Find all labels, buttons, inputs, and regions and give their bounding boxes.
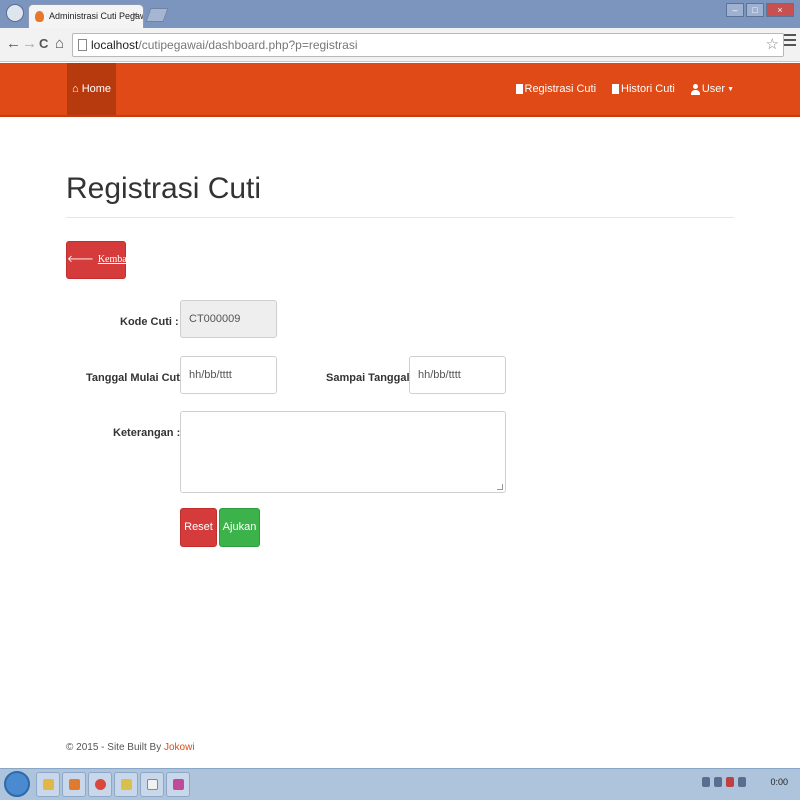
taskbar-xampp-button[interactable] xyxy=(62,772,86,797)
tray-alert-icon[interactable] xyxy=(726,777,735,787)
nav-link-label: User xyxy=(701,83,726,95)
taskbar-notepad-button[interactable] xyxy=(140,772,164,797)
tab-close-icon[interactable]: × xyxy=(132,5,138,27)
keterangan-label: Keterangan : xyxy=(113,427,181,439)
caret-down-icon: ▼ xyxy=(727,85,734,93)
forward-arrow-icon[interactable]: → xyxy=(22,36,37,52)
window-minimize-button[interactable]: – xyxy=(726,3,744,17)
url-path: /cutipegawai/dashboard.php?p=registrasi xyxy=(138,38,358,52)
tray-network-icon[interactable] xyxy=(702,777,711,787)
nav-home-label: Home xyxy=(81,83,112,95)
url-host: localhost xyxy=(91,38,139,52)
back-arrow-icon[interactable]: ← xyxy=(6,36,21,52)
back-button[interactable]: 🡐 Kembali xyxy=(66,241,132,279)
nav-link-label: Histori Cuti xyxy=(621,83,675,95)
kode-cuti-field: CT000009 xyxy=(180,300,277,338)
tab-title: Administrasi Cuti Pegawai xyxy=(49,11,144,21)
new-tab-button[interactable] xyxy=(145,8,169,22)
kode-cuti-label: Kode Cuti : xyxy=(120,316,179,328)
sampai-tanggal-input[interactable]: hh/bb/tttt xyxy=(409,356,506,394)
window-maximize-button[interactable]: □ xyxy=(746,3,764,17)
app-navbar: ⌂ Home Registrasi Cuti Histori Cuti User… xyxy=(0,63,800,117)
page-icon xyxy=(78,39,87,51)
tray-volume-icon[interactable] xyxy=(738,777,747,787)
browser-tab[interactable]: Administrasi Cuti Pegawai × xyxy=(28,4,144,28)
keterangan-textarea[interactable] xyxy=(180,411,506,493)
taskbar-editor-button[interactable] xyxy=(166,772,190,797)
resize-handle[interactable] xyxy=(497,484,503,490)
nav-right-menu: Registrasi Cuti Histori Cuti User ▼ xyxy=(515,63,734,115)
address-bar[interactable]: localhost/cutipegawai/dashboard.php?p=re… xyxy=(72,33,784,57)
taskbar-chrome-button[interactable] xyxy=(88,772,112,797)
taskbar-clock[interactable]: 0:00 xyxy=(770,777,788,787)
user-icon xyxy=(690,83,700,95)
title-divider xyxy=(66,217,734,218)
tanggal-mulai-input[interactable]: hh/bb/tttt xyxy=(180,356,277,394)
tanggal-mulai-label: Tanggal Mulai Cuti : xyxy=(86,372,190,384)
arrow-left-icon: 🡐 xyxy=(67,254,94,265)
nav-registrasi-cuti[interactable]: Registrasi Cuti xyxy=(515,83,597,95)
home-icon[interactable]: ⌂ xyxy=(55,36,64,52)
reload-icon[interactable]: C xyxy=(39,36,48,52)
home-icon: ⌂ xyxy=(71,83,79,95)
footer-author-link[interactable]: Jokowi xyxy=(164,742,195,753)
nav-home[interactable]: ⌂ Home xyxy=(67,63,116,115)
os-taskbar: 0:00 xyxy=(0,768,800,800)
browser-toolbar: ← → C ⌂ localhost/cutipegawai/dashboard.… xyxy=(0,28,800,62)
nav-histori-cuti[interactable]: Histori Cuti xyxy=(612,83,675,95)
reset-button[interactable]: Reset xyxy=(180,508,217,547)
page-footer: © 2015 - Site Built By Jokowi xyxy=(66,742,195,753)
bookmark-star-icon[interactable]: ☆ xyxy=(766,34,779,56)
submit-button[interactable]: Ajukan xyxy=(219,508,260,547)
document-icon xyxy=(612,84,620,94)
taskbar-app-button[interactable] xyxy=(114,772,138,797)
start-button[interactable] xyxy=(4,771,30,797)
document-icon xyxy=(515,84,523,94)
nav-link-label: Registrasi Cuti xyxy=(524,83,597,95)
browser-menu-icon[interactable] xyxy=(784,34,796,48)
favicon-icon xyxy=(35,11,44,22)
nav-user-dropdown[interactable]: User ▼ xyxy=(690,83,734,95)
browser-profile-icon[interactable] xyxy=(6,4,24,22)
tray-flag-icon[interactable] xyxy=(714,777,723,787)
window-controls: – □ × xyxy=(726,3,794,17)
sampai-tanggal-label: Sampai Tanggal : xyxy=(326,372,417,384)
window-close-button[interactable]: × xyxy=(766,3,794,17)
browser-tabstrip: Administrasi Cuti Pegawai × – □ × xyxy=(0,0,800,28)
system-tray: 0:00 xyxy=(702,777,788,787)
footer-text: © 2015 - Site Built By xyxy=(66,742,162,753)
taskbar-explorer-button[interactable] xyxy=(36,772,60,797)
back-button-label: Kembali xyxy=(97,254,133,265)
page-title: Registrasi Cuti xyxy=(66,172,262,205)
